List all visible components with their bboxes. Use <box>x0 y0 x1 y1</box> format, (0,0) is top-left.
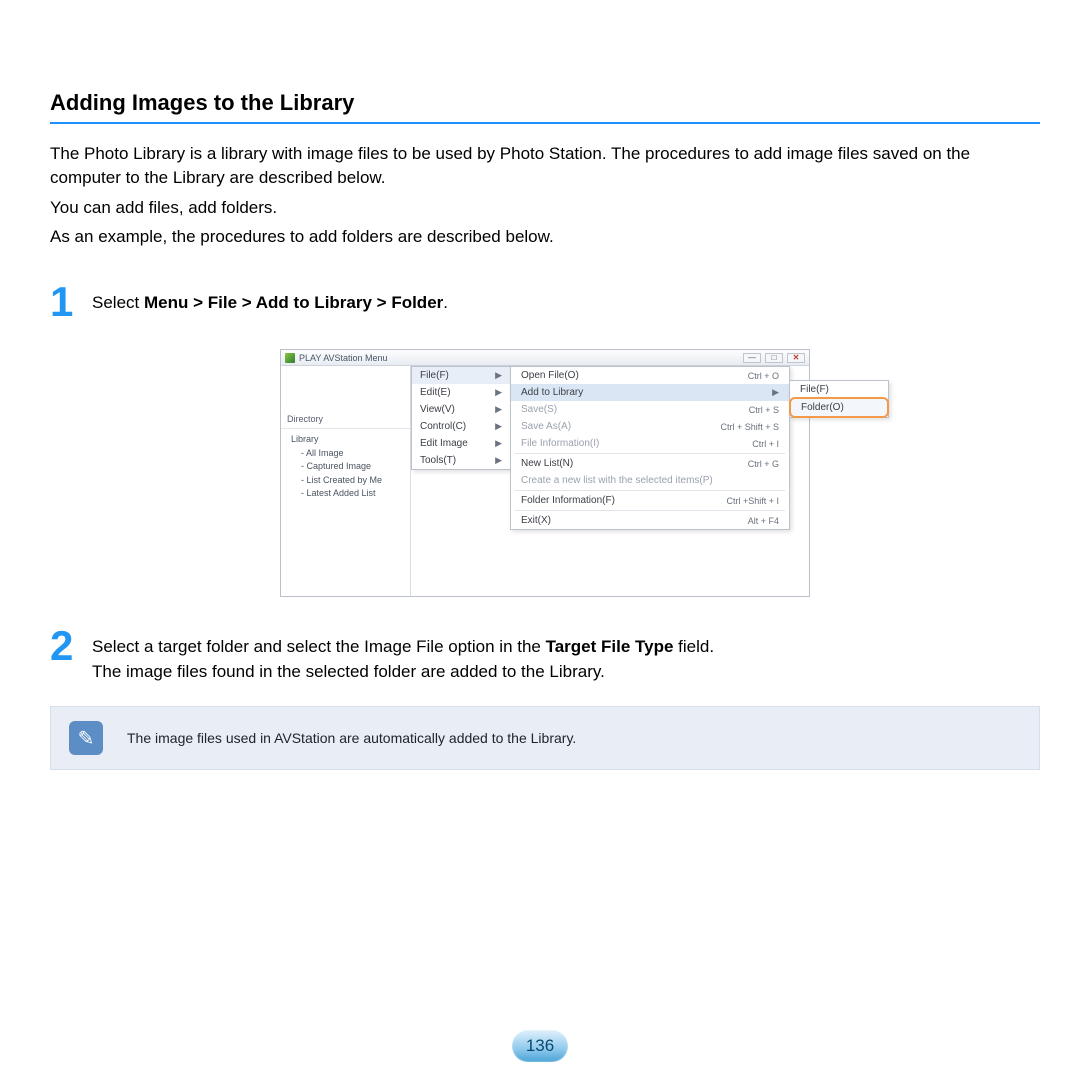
menu-item-control[interactable]: Control(C)▶ <box>412 418 510 435</box>
maximize-button[interactable]: □ <box>765 353 783 363</box>
intro-block: The Photo Library is a library with imag… <box>50 142 1040 249</box>
step-text: field. <box>673 637 714 656</box>
step-number: 1 <box>50 281 92 323</box>
menu-level-2: Open File(O)Ctrl + O Add to Library▶ Sav… <box>510 366 790 530</box>
step-text: The image files found in the selected fo… <box>92 660 1040 685</box>
step-text-bold: Menu > File > Add to Library > Folder <box>144 293 443 312</box>
menu-item-save: Save(S)Ctrl + S <box>511 401 789 418</box>
menu-item-add-folder[interactable]: Folder(O) <box>789 397 889 418</box>
menu-level-3: File(F) Folder(O) <box>789 380 889 418</box>
chevron-right-icon: ▶ <box>495 438 502 449</box>
menu-separator <box>515 453 785 454</box>
chevron-right-icon: ▶ <box>495 455 502 466</box>
step-number: 2 <box>50 625 92 667</box>
menu-item-edit[interactable]: Edit(E)▶ <box>412 384 510 401</box>
chevron-right-icon: ▶ <box>495 370 502 381</box>
menu-item-create-list-selected: Create a new list with the selected item… <box>511 472 789 489</box>
intro-paragraph: You can add files, add folders. <box>50 196 1040 220</box>
menu-separator <box>515 490 785 491</box>
intro-paragraph: The Photo Library is a library with imag… <box>50 142 1040 190</box>
chevron-right-icon: ▶ <box>772 387 779 398</box>
app-logo-icon <box>285 353 295 363</box>
menu-separator <box>515 510 785 511</box>
screenshot: PLAY AVStation Menu — □ ✕ Directory Libr… <box>50 349 1040 597</box>
step-body: Select a target folder and select the Im… <box>92 631 1040 684</box>
tree-item[interactable]: - Captured Image <box>291 460 400 474</box>
menu-item-new-list[interactable]: New List(N)Ctrl + G <box>511 455 789 472</box>
sidebar-heading: Directory <box>281 370 410 429</box>
section-title: Adding Images to the Library <box>50 90 1040 124</box>
sidebar-tree: Library - All Image - Captured Image - L… <box>281 429 410 505</box>
menu-item-add-file[interactable]: File(F) <box>790 381 888 398</box>
app-window: PLAY AVStation Menu — □ ✕ Directory Libr… <box>280 349 810 597</box>
menu-item-add-to-library[interactable]: Add to Library▶ <box>511 384 789 401</box>
note-text: The image files used in AVStation are au… <box>127 730 576 746</box>
chevron-right-icon: ▶ <box>495 404 502 415</box>
minimize-button[interactable]: — <box>743 353 761 363</box>
chevron-right-icon: ▶ <box>495 387 502 398</box>
note-icon: ✎ <box>69 721 103 755</box>
window-title: PLAY AVStation Menu <box>299 353 388 363</box>
menu-item-view[interactable]: View(V)▶ <box>412 401 510 418</box>
step-1: 1 Select Menu > File > Add to Library > … <box>50 287 1040 323</box>
intro-paragraph: As an example, the procedures to add fol… <box>50 225 1040 249</box>
titlebar: PLAY AVStation Menu — □ ✕ <box>281 350 809 366</box>
menu-item-file[interactable]: File(F)▶ <box>412 367 510 384</box>
menu-level-1: File(F)▶ Edit(E)▶ View(V)▶ Control(C)▶ E… <box>411 366 511 470</box>
step-body: Select Menu > File > Add to Library > Fo… <box>92 287 1040 316</box>
page-number-badge: 136 <box>512 1030 568 1062</box>
tree-item[interactable]: - List Created by Me <box>291 474 400 488</box>
menu-item-exit[interactable]: Exit(X)Alt + F4 <box>511 512 789 529</box>
step-text: Select <box>92 293 144 312</box>
tree-item[interactable]: - All Image <box>291 447 400 461</box>
sidebar: Directory Library - All Image - Captured… <box>281 366 411 596</box>
chevron-right-icon: ▶ <box>495 421 502 432</box>
menu-item-folder-information[interactable]: Folder Information(F)Ctrl +Shift + I <box>511 492 789 509</box>
note-box: ✎ The image files used in AVStation are … <box>50 706 1040 770</box>
step-text: Select a target folder and select the Im… <box>92 637 546 656</box>
menu-item-tools[interactable]: Tools(T)▶ <box>412 452 510 469</box>
step-text: . <box>443 293 448 312</box>
menu-item-save-as: Save As(A)Ctrl + Shift + S <box>511 418 789 435</box>
step-2: 2 Select a target folder and select the … <box>50 631 1040 684</box>
step-text-bold: Target File Type <box>546 637 674 656</box>
tree-item[interactable]: - Latest Added List <box>291 487 400 501</box>
menu-item-file-information: File Information(I)Ctrl + I <box>511 435 789 452</box>
tree-root[interactable]: Library <box>291 433 400 447</box>
menu-item-edit-image[interactable]: Edit Image▶ <box>412 435 510 452</box>
close-button[interactable]: ✕ <box>787 353 805 363</box>
menu-item-open-file[interactable]: Open File(O)Ctrl + O <box>511 367 789 384</box>
